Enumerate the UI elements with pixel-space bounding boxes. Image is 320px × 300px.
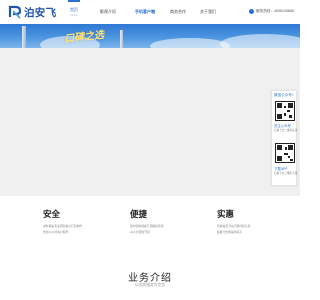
nav-mobile-client-label: 手机客户端: [135, 9, 155, 14]
tower-graphic: [22, 26, 26, 48]
logo[interactable]: 泊安飞: [8, 5, 56, 19]
section-title: 业务介绍: [128, 273, 172, 284]
top-banner: 口碑之选: [0, 24, 300, 48]
hotline-text: 服务热线：4008126666: [256, 9, 294, 13]
close-icon[interactable]: ×: [292, 92, 294, 97]
feature-desc: 资料都是专业团队精心打造制作 支持24小时客户服务: [43, 224, 113, 235]
nav-mobile-client[interactable]: 手机客户端: [128, 0, 162, 24]
section-subtitle: 以优质服务为宗旨: [134, 283, 166, 287]
nav-intro[interactable]: 影视介绍: [90, 0, 126, 24]
feature-line: 超级大优惠等你来享: [217, 229, 243, 234]
qr-code-wechat: [275, 101, 295, 121]
feature-title: 实惠: [217, 209, 235, 219]
nav-business[interactable]: 商务合作: [166, 0, 190, 24]
qr-panel-title: 微信公众号: [274, 93, 292, 97]
feature-desc: 各种会员活动不断持续让利 超级大优惠等你来享: [217, 224, 287, 235]
feature-line: 各种会员活动不断持续让利: [217, 224, 251, 228]
hotline: 服务热线：4008126666: [249, 9, 294, 14]
nav-home-label: 首页: [70, 7, 78, 12]
qr-wechat-sub: 扫描下方二维码关注: [274, 129, 298, 132]
qr-code-app: [275, 143, 295, 163]
feature-line: 随时随地观看万部精彩影视: [130, 224, 164, 228]
feature-line: 24小时更新节目: [130, 229, 150, 234]
feature-line: 支持24小时客户服务: [43, 229, 69, 234]
nav-intro-label: 影视介绍: [100, 9, 116, 14]
feature-affordable: 实惠 各种会员活动不断持续让利 超级大优惠等你来享: [217, 208, 287, 235]
feature-convenient: 便捷 随时随地观看万部精彩影视 24小时更新节目: [130, 208, 200, 235]
feature-line: 资料都是专业团队精心打造制作: [43, 224, 83, 228]
nav-about[interactable]: 关于我们: [196, 0, 220, 24]
cloud-shape: [220, 34, 300, 48]
nav-home-sub: Home: [70, 14, 78, 17]
feature-title: 安全: [43, 209, 61, 219]
tower-graphic: [120, 30, 123, 48]
main-nav: 首页 Home 影视介绍 手机客户端 商务合作 关于我们: [64, 0, 220, 24]
business-intro: 业务介绍 以优质服务为宗旨: [0, 260, 300, 300]
feature-title: 便捷: [130, 209, 148, 219]
logo-mark-icon: [8, 5, 22, 19]
nav-about-label: 关于我们: [200, 9, 216, 14]
hero-placeholder: [0, 48, 300, 196]
nav-business-label: 商务合作: [170, 9, 186, 14]
feature-desc: 随时随地观看万部精彩影视 24小时更新节目: [130, 224, 200, 235]
phone-icon: [249, 9, 255, 14]
features-section: 安全 资料都是专业团队精心打造制作 支持24小时客户服务 便捷 随时随地观看万部…: [0, 196, 300, 260]
qr-app-sub: 扫描下方二维码下载: [274, 172, 298, 175]
cloud-shape: [150, 38, 230, 48]
nav-home[interactable]: 首页 Home: [64, 0, 84, 24]
brand-name: 泊安飞: [24, 6, 57, 19]
feature-safe: 安全 资料都是专业团队精心打造制作 支持24小时客户服务: [43, 208, 113, 235]
site-header: 泊安飞 首页 Home 影视介绍 手机客户端 商务合作 关于我们 服务热线：40…: [0, 0, 300, 24]
qr-float-panel: 微信公众号 × 关注公众号 扫描下方二维码关注 下载APP 扫描下方二维码下载: [271, 90, 297, 186]
